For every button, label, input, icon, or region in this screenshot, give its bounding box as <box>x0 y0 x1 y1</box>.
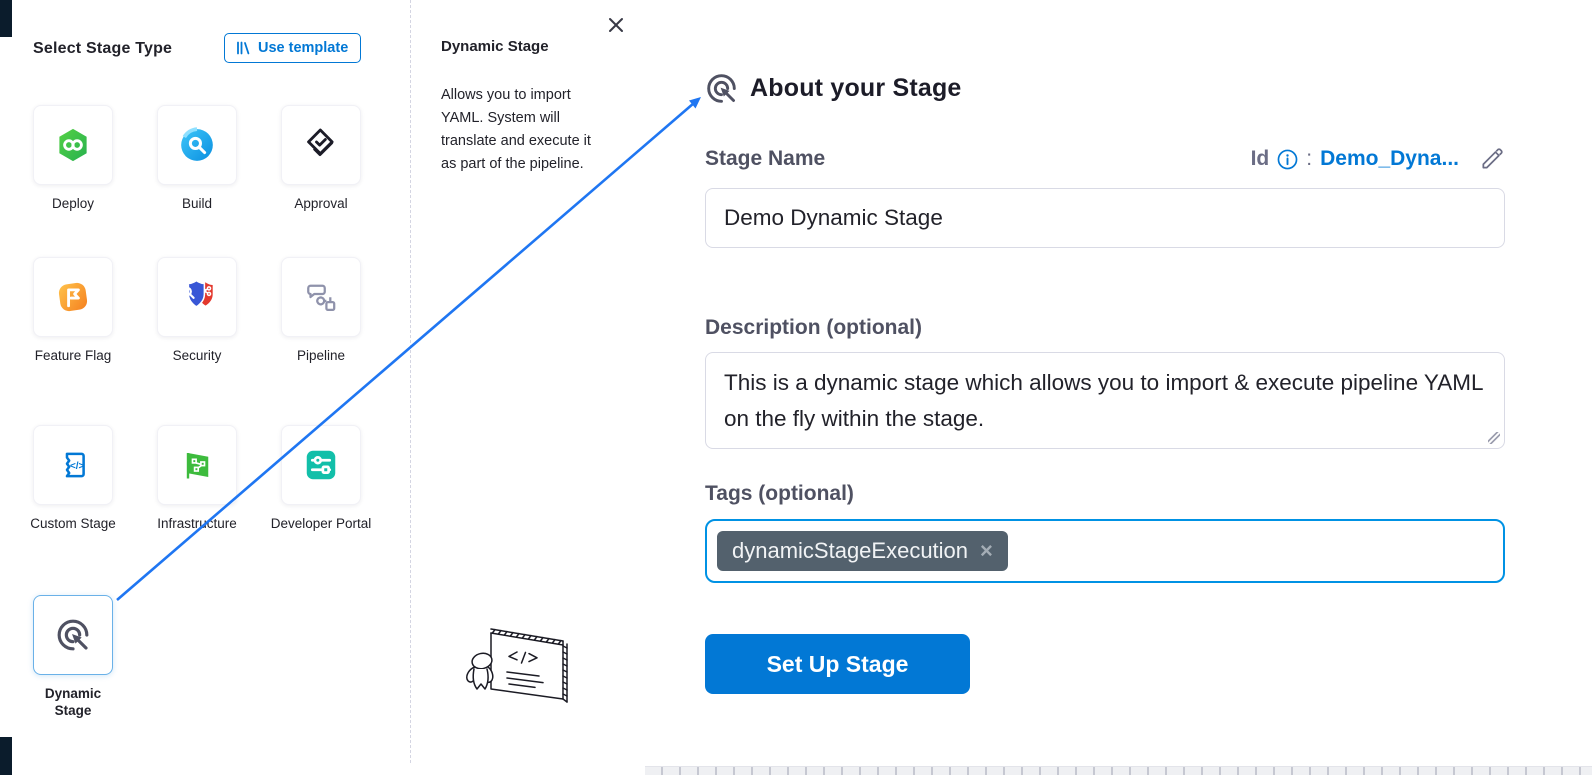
stage-type-feature-flag[interactable]: Feature Flag <box>33 257 113 364</box>
stage-type-label: Deploy <box>3 195 143 212</box>
info-panel-description: Allows you to import YAML. System will t… <box>441 84 609 176</box>
feature-flag-icon <box>54 278 92 316</box>
description-textarea[interactable]: This is a dynamic stage which allows you… <box>705 352 1505 449</box>
stage-type-label: Pipeline <box>251 347 391 364</box>
left-nav-sliver-top <box>0 0 12 37</box>
infrastructure-icon <box>179 447 215 483</box>
stage-name-input[interactable] <box>705 188 1505 248</box>
description-label: Description (optional) <box>705 316 922 340</box>
id-separator: : <box>1306 147 1312 171</box>
stage-name-label: Stage Name <box>705 147 825 171</box>
approval-icon <box>301 125 341 165</box>
close-icon[interactable] <box>604 13 628 37</box>
whiteboard-illustration <box>455 620 580 730</box>
stage-type-pipeline[interactable]: Pipeline <box>281 257 361 364</box>
stage-type-label: Build <box>127 195 267 212</box>
stage-type-label: Infrastructure <box>127 515 267 532</box>
tag-chip: dynamicStageExecution × <box>717 531 1008 571</box>
stage-type-label: Dynamic Stage <box>28 685 118 719</box>
dynamic-stage-icon <box>53 615 93 655</box>
stage-type-label: Security <box>127 347 267 364</box>
tag-chip-label: dynamicStageExecution <box>732 538 968 564</box>
template-library-icon <box>235 40 251 56</box>
deploy-icon <box>54 126 92 164</box>
panel-divider <box>410 0 411 763</box>
build-icon <box>178 126 216 164</box>
stage-type-dynamic[interactable]: Dynamic Stage <box>33 595 113 719</box>
dynamic-stage-icon <box>703 70 740 107</box>
stage-type-developer-portal[interactable]: Developer Portal <box>281 425 361 532</box>
set-up-stage-button[interactable]: Set Up Stage <box>705 634 970 694</box>
stage-id-row: Id : Demo_Dyna... <box>1185 146 1505 172</box>
edit-pencil-icon[interactable] <box>1479 146 1505 172</box>
select-stage-type-title: Select Stage Type <box>33 40 172 58</box>
info-icon[interactable] <box>1277 149 1298 170</box>
about-stage-header: About your Stage <box>703 70 962 107</box>
info-panel-title: Dynamic Stage <box>441 38 549 55</box>
custom-stage-icon: </> <box>54 446 92 484</box>
stage-type-infrastructure[interactable]: Infrastructure <box>157 425 237 532</box>
stage-type-security[interactable]: Security <box>157 257 237 364</box>
developer-portal-icon <box>302 446 340 484</box>
pipeline-canvas-grid <box>645 766 1592 775</box>
stage-type-deploy[interactable]: Deploy <box>33 105 113 212</box>
stage-type-label: Approval <box>251 195 391 212</box>
left-nav-sliver-bottom <box>0 737 12 775</box>
tags-input[interactable]: dynamicStageExecution × <box>705 519 1505 583</box>
stage-type-label: Feature Flag <box>28 347 118 364</box>
resize-grip[interactable] <box>1488 432 1500 444</box>
tag-remove-icon[interactable]: × <box>980 540 993 562</box>
id-label: Id <box>1251 147 1270 171</box>
stage-type-label: Developer Portal <box>251 515 391 532</box>
svg-text:</>: </> <box>70 461 85 472</box>
stage-setup-screen: Select Stage Type Use template Deploy <box>0 0 1592 775</box>
stage-type-build[interactable]: Build <box>157 105 237 212</box>
use-template-button[interactable]: Use template <box>224 33 361 63</box>
pipeline-icon <box>303 279 339 315</box>
about-stage-title: About your Stage <box>750 74 962 103</box>
tags-label: Tags (optional) <box>705 482 854 506</box>
stage-type-label: Custom Stage <box>28 515 118 532</box>
stage-type-custom[interactable]: </> Custom Stage <box>33 425 113 532</box>
description-value: This is a dynamic stage which allows you… <box>724 370 1483 431</box>
security-icon <box>177 279 217 315</box>
stage-id-value[interactable]: Demo_Dyna... <box>1320 147 1459 171</box>
stage-type-approval[interactable]: Approval <box>281 105 361 212</box>
use-template-label: Use template <box>258 40 348 56</box>
